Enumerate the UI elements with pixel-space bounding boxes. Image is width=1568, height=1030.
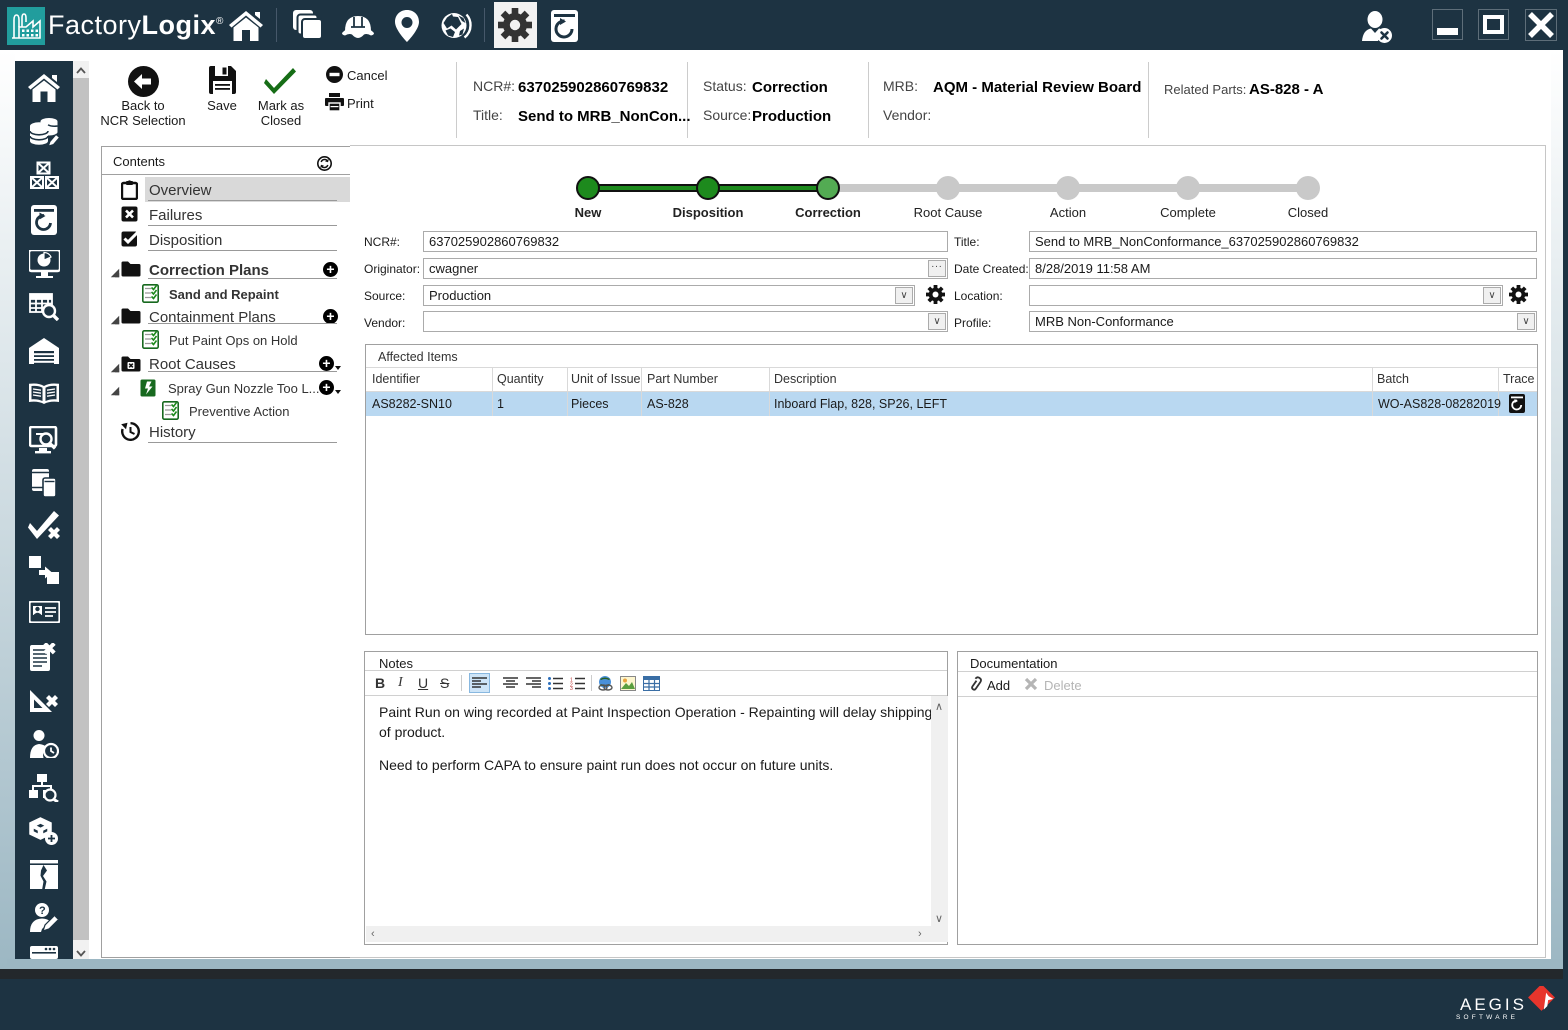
svg-text:?: ? bbox=[39, 905, 46, 917]
svg-text:3: 3 bbox=[570, 686, 573, 690]
